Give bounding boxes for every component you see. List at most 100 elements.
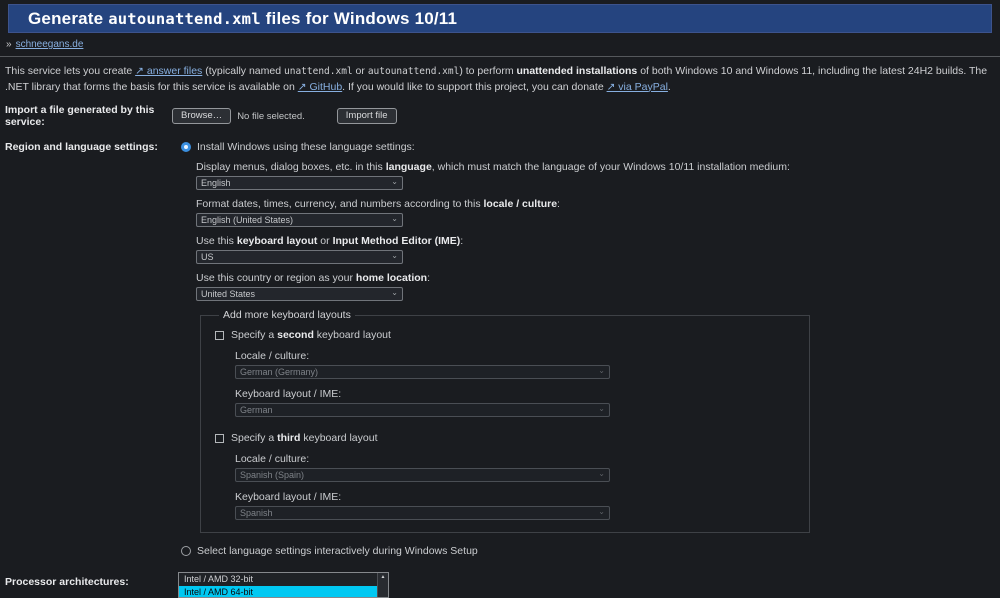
region-settings-content: Install Windows using these language set… <box>172 141 810 557</box>
label-bold: home location <box>356 272 427 284</box>
breadcrumb-home-link[interactable]: schneegans.de <box>16 39 84 50</box>
second-locale-label: Locale / culture: <box>235 350 795 362</box>
intro-text: or <box>353 65 368 77</box>
breadcrumb: » schneegans.de <box>0 33 1000 57</box>
listbox-option-intel-amd-32[interactable]: Intel / AMD 32-bit <box>179 573 377 586</box>
third-keyboard-checkbox-row[interactable]: Specify a third keyboard layout <box>215 432 795 444</box>
additional-keyboard-layouts-fieldset: Add more keyboard layouts Specify a seco… <box>200 309 810 533</box>
second-keyboard-group: Locale / culture: German (Germany) ⌄ Key… <box>235 350 795 417</box>
third-keyboard-label: Specify a third keyboard layout <box>231 432 378 444</box>
listbox-items: Intel / AMD 32-bit Intel / AMD 64-bit <box>179 573 377 598</box>
filename-autounattend: autounattend.xml <box>368 66 460 77</box>
page-title: Generate autounattend.xml files for Wind… <box>28 9 457 29</box>
breadcrumb-arrow-icon: » <box>6 39 12 50</box>
processor-architectures-listbox[interactable]: Intel / AMD 32-bit Intel / AMD 64-bit ▲ <box>178 572 389 598</box>
second-locale-value: German (Germany) <box>240 367 318 377</box>
locale-select[interactable]: English (United States) ⌄ <box>196 213 403 227</box>
listbox-scrollbar[interactable]: ▲ <box>377 573 388 597</box>
paypal-link[interactable]: ↗ via PayPal <box>607 81 668 93</box>
label-bold: Input Method Editor (IME) <box>333 235 461 247</box>
radio-install-label: Install Windows using these language set… <box>197 141 415 153</box>
page-header: Generate autounattend.xml files for Wind… <box>8 4 992 33</box>
third-kb-value: Spanish <box>240 508 273 518</box>
radio-interactive-label: Select language settings interactively d… <box>197 545 478 557</box>
scroll-up-icon[interactable]: ▲ <box>378 573 388 582</box>
region-language-row: Region and language settings: Install Wi… <box>0 141 1000 557</box>
page-title-text: Generate <box>28 9 108 28</box>
locale-select-value: English (United States) <box>201 215 293 225</box>
page-title-suffix: files for Windows 10/11 <box>261 9 457 28</box>
language-settings-group: Display menus, dialog boxes, etc. in thi… <box>196 161 810 301</box>
label-text: , which must match the language of your … <box>432 161 790 173</box>
checkbox-unchecked-icon[interactable] <box>215 331 224 340</box>
import-label: Import a file generated by this service: <box>0 104 172 128</box>
radio-selected-icon[interactable] <box>181 142 191 152</box>
label-text: Format dates, times, currency, and numbe… <box>196 198 484 210</box>
home-location-select-value: United States <box>201 289 255 299</box>
language-question-label: Display menus, dialog boxes, etc. in thi… <box>196 161 810 173</box>
label-text: : <box>460 235 463 247</box>
chevron-down-icon: ⌄ <box>391 252 398 260</box>
file-status-text: No file selected. <box>237 111 305 122</box>
label-text: Use this country or region as your <box>196 272 356 284</box>
label-bold: keyboard layout <box>237 235 318 247</box>
label-bold: language <box>386 161 432 173</box>
keyboard-select[interactable]: US ⌄ <box>196 250 403 264</box>
label-text: or <box>317 235 332 247</box>
filename-unattend: unattend.xml <box>284 66 353 77</box>
answer-files-link[interactable]: ↗ answer files <box>135 65 202 77</box>
second-keyboard-label: Specify a second keyboard layout <box>231 329 391 341</box>
keyboard-select-value: US <box>201 252 214 262</box>
label-text: : <box>557 198 560 210</box>
second-locale-select: German (Germany) ⌄ <box>235 365 610 379</box>
home-location-select[interactable]: United States ⌄ <box>196 287 403 301</box>
processor-row: Processor architectures: Intel / AMD 32-… <box>0 572 1000 598</box>
label-bold: locale / culture <box>484 198 558 210</box>
listbox-option-intel-amd-64-selected[interactable]: Intel / AMD 64-bit <box>179 586 377 598</box>
label-text: Specify a <box>231 432 277 444</box>
language-select-value: English <box>201 178 231 188</box>
language-select[interactable]: English ⌄ <box>196 176 403 190</box>
browse-button[interactable]: Browse… <box>172 108 231 124</box>
intro-text: (typically named <box>202 65 284 77</box>
radio-install-with-settings[interactable]: Install Windows using these language set… <box>181 141 810 153</box>
third-kb-select: Spanish ⌄ <box>235 506 610 520</box>
chevron-down-icon: ⌄ <box>598 508 605 516</box>
third-keyboard-group: Locale / culture: Spanish (Spain) ⌄ Keyb… <box>235 453 795 520</box>
third-locale-label: Locale / culture: <box>235 453 795 465</box>
intro-bold-unattended: unattended installations <box>517 65 638 77</box>
chevron-down-icon: ⌄ <box>598 367 605 375</box>
home-location-question-label: Use this country or region as your home … <box>196 272 810 284</box>
label-text: keyboard layout <box>300 432 377 444</box>
radio-unselected-icon[interactable] <box>181 546 191 556</box>
label-bold: second <box>277 329 314 341</box>
processor-architectures-label: Processor architectures: <box>0 572 172 588</box>
label-text: Display menus, dialog boxes, etc. in thi… <box>196 161 386 173</box>
github-link[interactable]: ↗ GitHub <box>298 81 342 93</box>
second-kb-select: German ⌄ <box>235 403 610 417</box>
radio-interactive-setup[interactable]: Select language settings interactively d… <box>181 545 810 557</box>
intro-text: . <box>668 81 671 93</box>
label-text: keyboard layout <box>314 329 391 341</box>
import-row: Import a file generated by this service:… <box>0 104 1000 128</box>
intro-text: . If you would like to support this proj… <box>342 81 606 93</box>
chevron-down-icon: ⌄ <box>391 215 398 223</box>
chevron-down-icon: ⌄ <box>391 289 398 297</box>
third-kb-label: Keyboard layout / IME: <box>235 491 795 503</box>
region-settings-label: Region and language settings: <box>0 141 172 153</box>
second-kb-value: German <box>240 405 273 415</box>
page-title-filename: autounattend.xml <box>108 10 261 28</box>
third-locale-value: Spanish (Spain) <box>240 470 304 480</box>
locale-question-label: Format dates, times, currency, and numbe… <box>196 198 810 210</box>
checkbox-unchecked-icon[interactable] <box>215 434 224 443</box>
second-keyboard-checkbox-row[interactable]: Specify a second keyboard layout <box>215 329 795 341</box>
import-file-button[interactable]: Import file <box>337 108 397 124</box>
intro-text: ) to perform <box>459 65 516 77</box>
label-bold: third <box>277 432 300 444</box>
fieldset-legend: Add more keyboard layouts <box>219 309 355 321</box>
keyboard-question-label: Use this keyboard layout or Input Method… <box>196 235 810 247</box>
second-kb-label: Keyboard layout / IME: <box>235 388 795 400</box>
chevron-down-icon: ⌄ <box>598 405 605 413</box>
label-text: Use this <box>196 235 237 247</box>
chevron-down-icon: ⌄ <box>598 470 605 478</box>
